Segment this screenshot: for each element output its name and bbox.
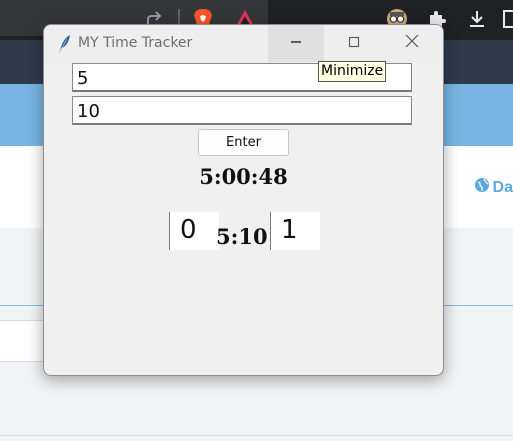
minimize-icon (290, 35, 302, 53)
close-icon (405, 34, 419, 53)
minimize-button[interactable] (268, 25, 324, 62)
middle-time-label: 5:10 (216, 224, 268, 249)
maximize-icon (348, 35, 360, 53)
right-value-box[interactable]: 1 (270, 212, 320, 250)
window-title: MY Time Tracker (78, 35, 193, 51)
maximize-button[interactable] (326, 25, 382, 62)
sidebar-toggle-icon[interactable] (503, 9, 513, 29)
page-bottom-divider (0, 435, 513, 436)
page-nav-link[interactable]: Da (474, 177, 513, 198)
download-icon[interactable] (465, 9, 489, 29)
left-value-box[interactable]: 0 (169, 212, 219, 250)
minimize-tooltip: Minimize (318, 61, 387, 82)
second-number-input[interactable]: 10 (72, 96, 412, 125)
feather-icon (56, 34, 72, 54)
window-titlebar[interactable]: MY Time Tracker (44, 25, 443, 62)
current-time-label: 5:00:48 (199, 164, 288, 189)
globe-icon (474, 177, 490, 198)
page-nav-link-label: Da (492, 178, 513, 196)
close-button[interactable] (384, 25, 440, 62)
enter-button[interactable]: Enter (198, 129, 289, 156)
